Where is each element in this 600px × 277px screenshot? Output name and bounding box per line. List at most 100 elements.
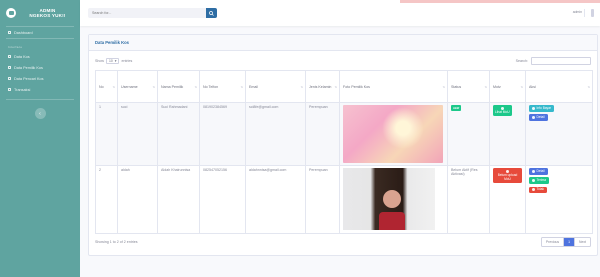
detail-button[interactable]: Detail bbox=[529, 168, 548, 175]
detail-button[interactable]: Detail bbox=[529, 114, 548, 122]
info-icon bbox=[532, 169, 535, 173]
reject-button[interactable]: Tolak bbox=[529, 186, 547, 194]
search-icon bbox=[209, 10, 214, 16]
cell-email: sci8fe@gmail.com bbox=[245, 102, 306, 166]
sidebar-toggle-button[interactable]: ‹ bbox=[34, 108, 46, 119]
chevron-left-icon: ‹ bbox=[39, 110, 41, 117]
button-label: Detail bbox=[536, 114, 545, 119]
accept-button[interactable]: Terima bbox=[529, 177, 550, 185]
table-info: Showing 1 to 2 of 2 entries bbox=[95, 240, 138, 244]
check-icon bbox=[532, 179, 535, 183]
sort-icon: ⇅ bbox=[520, 84, 523, 89]
sidebar-item-label: Transaksi bbox=[14, 87, 31, 92]
page-length-control: Show 10 ▾ entries bbox=[95, 58, 132, 64]
topbar-divider bbox=[584, 9, 585, 17]
cell-username: suci bbox=[117, 102, 158, 166]
avatar[interactable] bbox=[591, 9, 594, 17]
cell-foto bbox=[339, 165, 448, 234]
sidebar-item-label: Data Pemilik Kos bbox=[14, 65, 43, 70]
brand-title: ADMIN NGEKOS YUK!! bbox=[21, 8, 74, 18]
owner-photo bbox=[343, 105, 443, 163]
mou-not-uploaded-button[interactable]: Belum upload MoU bbox=[493, 168, 522, 184]
pagination: Previous 1 Next bbox=[540, 237, 591, 247]
button-label: Detail bbox=[536, 168, 545, 173]
sort-icon: ⇅ bbox=[152, 84, 155, 89]
sidebar-heading: Interface bbox=[8, 45, 23, 49]
cell-username: aldah bbox=[117, 165, 158, 234]
sidebar-item-label: Dashboard bbox=[14, 30, 33, 35]
info-bayar-button[interactable]: Info Bayar bbox=[529, 105, 555, 112]
search-input[interactable] bbox=[88, 8, 206, 18]
sidebar-item-data-kos[interactable]: Data Kos bbox=[0, 51, 80, 62]
column-header-username[interactable]: Username ⇅ bbox=[117, 70, 158, 103]
column-header-status[interactable]: Status ⇅ bbox=[447, 70, 490, 103]
sidebar-item-label: Data Pencari Kos bbox=[14, 76, 44, 81]
column-header-nama-pemilik[interactable]: Nama Pemilik ⇅ bbox=[157, 70, 200, 103]
page-length-select[interactable]: 10 ▾ bbox=[106, 58, 120, 64]
info-icon bbox=[532, 116, 535, 120]
cell-status: Belum Aktif (Res Aktivasi) bbox=[447, 165, 490, 234]
user-name[interactable]: admin bbox=[573, 10, 582, 14]
chevron-down-icon: ▾ bbox=[114, 59, 117, 63]
data-card: Data Pemilik Kos Show 10 ▾ entries Searc… bbox=[88, 34, 598, 256]
cell-email: aldahnnisa@gmail.com bbox=[245, 165, 306, 234]
table-search-input[interactable] bbox=[531, 57, 591, 65]
owners-table: No ⇅ Username ⇅ Nama Pemilik ⇅ No Telfon ⇅ E… bbox=[95, 70, 593, 234]
sidebar-item-data-pencari-kos[interactable]: Data Pencari Kos bbox=[0, 73, 80, 84]
sort-icon: ⇅ bbox=[334, 84, 337, 89]
cell-motz: Belum upload MoU bbox=[489, 165, 526, 234]
sort-icon: ⇅ bbox=[442, 84, 445, 89]
cell-foto bbox=[339, 102, 448, 166]
pagination-next[interactable]: Next bbox=[575, 238, 590, 246]
cell-gender: Perempuan bbox=[305, 102, 340, 166]
button-label: Terima bbox=[536, 177, 547, 182]
topbar: admin bbox=[80, 0, 600, 26]
table-row: 2 aldah Aldah Khairunnisa 082547052156 a… bbox=[95, 165, 593, 234]
brand[interactable]: ADMIN NGEKOS YUK!! bbox=[0, 0, 80, 26]
topbar-search bbox=[88, 8, 217, 18]
button-label: Info Bayar bbox=[536, 105, 552, 110]
sidebar-item-label: Data Kos bbox=[14, 54, 30, 59]
pagination-previous[interactable]: Previous bbox=[542, 238, 565, 246]
sidebar-item-dashboard[interactable]: Dashboard bbox=[0, 27, 80, 38]
column-header-motz[interactable]: Motz ⇅ bbox=[489, 70, 526, 103]
sidebar-item-transaksi[interactable]: Transaksi bbox=[0, 84, 80, 95]
cell-gender: Perempuan bbox=[305, 165, 340, 234]
button-label: Belum upload MoU bbox=[497, 173, 518, 181]
sort-icon: ⇅ bbox=[240, 84, 243, 89]
folder-icon bbox=[8, 88, 11, 91]
cell-nama: Aldah Khairunnisa bbox=[157, 165, 200, 234]
cell-status: Aktif bbox=[447, 102, 490, 166]
sort-icon: ⇅ bbox=[300, 84, 303, 89]
pagination-page-1[interactable]: 1 bbox=[564, 238, 576, 246]
sort-icon: ⇅ bbox=[484, 84, 487, 89]
table-row: 1 suci Suci Rahmadani 081902384569 sci8f… bbox=[95, 102, 593, 166]
column-header-jenis-kelamin[interactable]: Jenis Kelamin ⇅ bbox=[305, 70, 340, 103]
column-header-no-telfon[interactable]: No Telfon ⇅ bbox=[199, 70, 246, 103]
cell-aksi: Info Bayar Detail bbox=[525, 102, 593, 166]
button-label: Lihat MoU bbox=[495, 110, 510, 114]
cell-telfon: 082547052156 bbox=[199, 165, 246, 234]
status-badge: Aktif bbox=[451, 105, 462, 111]
action-buttons: Info Bayar Detail bbox=[529, 105, 589, 124]
brand-line-2: NGEKOS YUK!! bbox=[29, 13, 66, 18]
table-search-label: Search: bbox=[515, 59, 528, 63]
search-button[interactable] bbox=[206, 8, 217, 18]
dashboard-icon bbox=[8, 31, 11, 34]
sidebar-item-data-pemilik-kos[interactable]: Data Pemilik Kos bbox=[0, 62, 80, 73]
cell-nama: Suci Rahmadani bbox=[157, 102, 200, 166]
sort-icon: ⇅ bbox=[194, 84, 197, 89]
view-mou-button[interactable]: Lihat MoU bbox=[493, 105, 512, 117]
column-header-foto[interactable]: Foto Pemilik Kos ⇅ bbox=[339, 70, 448, 103]
cell-aksi: Detail Terima Tolak bbox=[525, 165, 593, 234]
sort-icon: ⇅ bbox=[112, 84, 115, 89]
column-header-no[interactable]: No ⇅ bbox=[95, 70, 118, 103]
topbar-accent bbox=[400, 0, 600, 3]
cell-no: 2 bbox=[95, 165, 118, 234]
cell-motz: Lihat MoU bbox=[489, 102, 526, 166]
column-header-email[interactable]: Email ⇅ bbox=[245, 70, 306, 103]
column-header-aksi[interactable]: Aksi ⇅ bbox=[525, 70, 593, 103]
cell-telfon: 081902384569 bbox=[199, 102, 246, 166]
datatable-controls: Show 10 ▾ entries Search: bbox=[95, 57, 591, 65]
sidebar: ADMIN NGEKOS YUK!! Dashboard Interface D… bbox=[0, 0, 80, 277]
